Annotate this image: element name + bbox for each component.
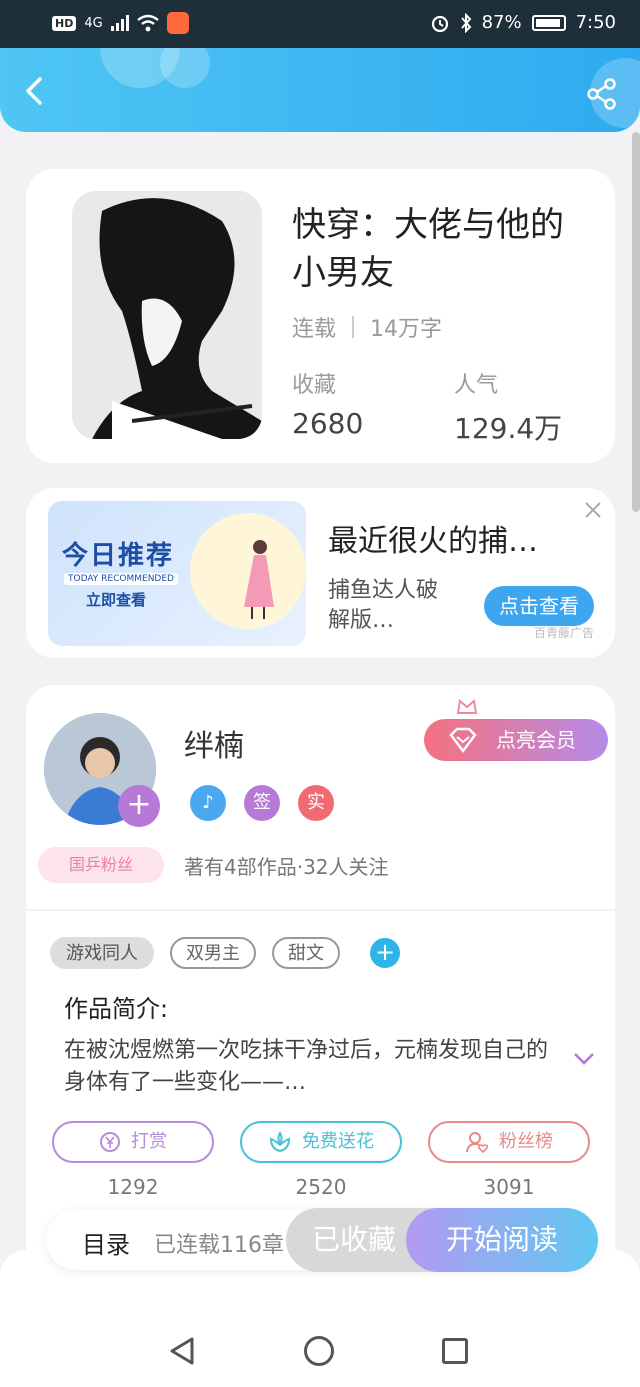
section-divider (26, 909, 615, 911)
start-reading-button[interactable]: 开始阅读 (406, 1208, 598, 1272)
clock: 7:50 (575, 12, 616, 33)
nav-back-icon[interactable] (168, 1336, 196, 1366)
user-heart-icon (466, 1132, 489, 1153)
book-cover[interactable] (72, 191, 262, 439)
fans-rank-button[interactable]: 粉丝榜 (428, 1121, 590, 1163)
fans-rank-label: 粉丝榜 (499, 1131, 553, 1152)
ad-image[interactable]: 今日推荐 TODAY RECOMMENDED 立即查看 (48, 501, 306, 646)
diamond-icon (449, 727, 477, 753)
book-title: 快穿：大佬与他的小男友 (292, 205, 564, 293)
flower-icon (269, 1131, 291, 1153)
book-status-row: 连载 14万字 (292, 311, 442, 343)
status-right: 87% 7:50 (430, 12, 616, 33)
favorites-value: 2680 (292, 407, 364, 440)
status-bar: HD 4G 87% 7:50 (0, 0, 640, 48)
system-nav-bar (0, 1312, 640, 1387)
intro-text: 在被沈煜燃第一次吃抹干净过后，元楠发现自己的身体有了一些变化——… (64, 1038, 549, 1095)
nav-recents-icon[interactable] (442, 1338, 468, 1364)
ad-description: 捕鱼达人破解版… (328, 578, 439, 633)
add-tag-button[interactable]: + (370, 938, 400, 968)
signal-bars-icon (110, 15, 129, 31)
music-badge-icon[interactable]: ♪ (190, 785, 226, 821)
wifi-icon (136, 14, 159, 32)
back-icon[interactable] (20, 76, 50, 106)
ad-image-cta: 立即查看 (86, 591, 147, 609)
fan-badge: 国乒粉丝 (38, 847, 164, 883)
bluetooth-icon (460, 12, 471, 33)
cover-illustration (72, 191, 262, 439)
girl-illustration (244, 540, 274, 619)
alarm-icon (431, 15, 448, 32)
nav-home-icon[interactable] (304, 1336, 334, 1366)
vip-button[interactable]: 点亮会员 (424, 719, 608, 761)
battery-icon (531, 14, 566, 31)
action-counts: 1292 2520 3091 (52, 1175, 590, 1199)
tag-item[interactable]: 甜文 (272, 937, 340, 969)
sign-badge[interactable]: 签 (244, 785, 280, 821)
popularity-label: 人气 (454, 373, 499, 398)
battery-percent: 87% (481, 12, 522, 33)
app-notification-icon (166, 12, 189, 34)
chevron-down-icon[interactable] (572, 1051, 596, 1067)
send-flower-label: 免费送花 (302, 1131, 374, 1152)
follow-plus-button[interactable]: + (118, 785, 160, 827)
ad-title: 最近很火的捕… (328, 524, 538, 559)
serial-status: 连载 (292, 317, 337, 342)
status-divider (352, 316, 355, 338)
ad-image-subtitle: TODAY RECOMMENDED (64, 573, 178, 585)
vip-button-label: 点亮会员 (496, 728, 576, 752)
popularity-value: 129.4万 (454, 412, 563, 445)
action-buttons: 打赏 免费送花 粉丝榜 (52, 1121, 590, 1163)
author-meta: 著有4部作品·32人关注 (184, 855, 389, 879)
ad-card[interactable]: 今日推荐 TODAY RECOMMENDED 立即查看 最近很火的捕… 捕鱼达人… (26, 488, 615, 658)
fans-count: 3091 (483, 1175, 535, 1199)
hd-indicator: HD (52, 15, 77, 31)
reward-button[interactable]: 打赏 (52, 1121, 214, 1163)
reward-count: 1292 (107, 1175, 159, 1199)
tag-list: 游戏同人 双男主 甜文 + (50, 937, 400, 969)
close-icon[interactable] (583, 500, 603, 520)
scrollbar[interactable] (632, 132, 640, 512)
ad-source-tag: 百青藤广告 (534, 626, 595, 640)
author-badges: ♪ 签 实 (190, 785, 334, 821)
toc-label[interactable]: 目录 (82, 1225, 130, 1260)
tag-item[interactable]: 游戏同人 (50, 937, 154, 969)
intro-label: 作品简介: (64, 995, 169, 1023)
ad-view-button[interactable]: 点击查看 (484, 586, 594, 626)
verified-badge[interactable]: 实 (298, 785, 334, 821)
author-name[interactable]: 绊楠 (184, 721, 244, 765)
flower-count: 2520 (295, 1175, 347, 1199)
word-count: 14万字 (370, 317, 443, 342)
crown-icon (456, 699, 478, 714)
chapter-status: 已连载116章 (154, 1233, 284, 1258)
ad-image-title: 今日推荐 (62, 541, 175, 571)
book-info-card: 快穿：大佬与他的小男友 连载 14万字 收藏 2680 人气 129.4万 (26, 169, 615, 463)
send-flower-button[interactable]: 免费送花 (240, 1121, 402, 1163)
favorites-label: 收藏 (292, 373, 337, 398)
yen-coin-icon (100, 1132, 120, 1152)
top-header (0, 48, 640, 132)
tag-item[interactable]: 双男主 (170, 937, 256, 969)
reward-label: 打赏 (131, 1131, 167, 1152)
signal-indicator: 4G (84, 15, 103, 31)
status-left: HD 4G (52, 12, 189, 34)
share-icon[interactable] (586, 78, 618, 110)
